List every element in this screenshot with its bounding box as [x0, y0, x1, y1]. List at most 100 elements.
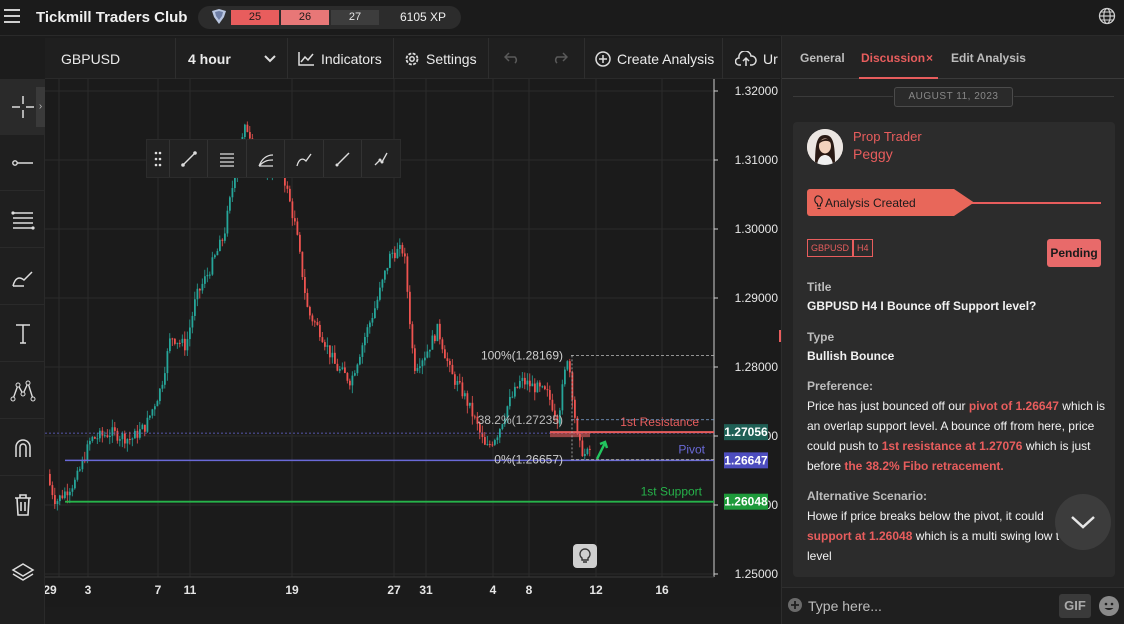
magnet-tool[interactable] — [0, 420, 45, 476]
divider — [1014, 96, 1114, 97]
price-tick-label: 1.31000 — [735, 153, 779, 167]
trash-icon — [14, 494, 31, 516]
xp-level-26: 26 — [281, 10, 329, 25]
candle-body — [474, 416, 476, 418]
date-tick-label: 19 — [285, 583, 299, 597]
trend-line-tool-icon[interactable] — [168, 140, 208, 177]
tab-edit-analysis[interactable]: Edit Analysis — [951, 51, 1026, 65]
candle-body — [136, 430, 139, 438]
candle-body — [201, 283, 204, 291]
brush-tool[interactable] — [0, 249, 45, 305]
emoji-icon[interactable] — [1099, 596, 1119, 616]
ray-icon[interactable] — [322, 140, 362, 177]
candle-body — [419, 366, 421, 369]
globe-icon[interactable] — [1098, 7, 1116, 25]
add-attachment-icon[interactable] — [788, 598, 802, 612]
candle-body — [186, 339, 189, 351]
date-tick-label: 4 — [490, 583, 497, 597]
candle-body — [569, 361, 571, 373]
candle-body — [524, 377, 526, 385]
upload-button[interactable]: Ur — [723, 38, 780, 79]
symbol-selector[interactable]: GBPUSD — [45, 38, 176, 79]
tab-discussion[interactable]: Discussion — [861, 51, 925, 65]
candle-body — [51, 485, 54, 496]
fib-382-label: 38.2%(1.27235) — [478, 413, 563, 427]
support-label: 1st Support — [641, 485, 703, 499]
settings-button[interactable]: Settings — [394, 38, 489, 79]
date-separator: AUGUST 11, 2023 — [894, 87, 1013, 107]
candle-body — [164, 373, 166, 385]
drawing-tools-sidebar: › — [0, 79, 45, 624]
crosshair-icon — [11, 95, 34, 118]
fib-fan-icon[interactable] — [245, 140, 285, 177]
create-analysis-button[interactable]: Create Analysis — [585, 38, 723, 79]
candle-body — [331, 352, 334, 358]
price-tick-label: 1.30000 — [735, 222, 779, 236]
candle-body — [306, 293, 309, 307]
text-tool[interactable] — [0, 306, 45, 362]
drag-handle-icon[interactable] — [147, 140, 169, 177]
candle-body — [99, 430, 101, 439]
candle-body — [326, 345, 329, 347]
tab-general[interactable]: General — [800, 51, 845, 65]
fib-tool[interactable] — [0, 192, 45, 248]
candle-body — [309, 306, 311, 316]
candle-body — [564, 369, 566, 385]
hamburger-menu-icon[interactable] — [4, 9, 20, 23]
pattern-tool[interactable] — [0, 363, 45, 419]
candle-body — [384, 270, 386, 280]
candle-body — [334, 352, 336, 364]
candle-body — [454, 374, 456, 385]
candle-body — [361, 345, 364, 357]
parallel-channel-icon[interactable] — [207, 140, 246, 177]
candle-body — [471, 402, 474, 417]
candle-body — [301, 251, 304, 278]
redo-icon[interactable] — [552, 52, 568, 64]
interval-selector[interactable]: 4 hour — [176, 38, 288, 79]
candle-body — [426, 351, 429, 358]
candle-body — [184, 338, 186, 351]
candle-body — [416, 368, 419, 371]
undo-icon[interactable] — [504, 52, 520, 64]
price-chart[interactable]: 1st Resistance Pivot 1st Support 100%(1.281… — [45, 79, 780, 607]
scroll-down-button[interactable] — [1055, 494, 1111, 550]
layers-tool[interactable] — [0, 545, 45, 601]
pen-icon[interactable] — [284, 140, 323, 177]
candle-body — [96, 438, 99, 440]
candle-body — [169, 338, 171, 352]
candle-body — [421, 360, 424, 367]
preference-label: Preference: — [807, 379, 874, 393]
gif-button[interactable]: GIF — [1059, 594, 1091, 618]
indicators-button[interactable]: Indicators — [288, 38, 394, 79]
upload-label: Ur — [763, 50, 778, 67]
pending-status-button[interactable]: Pending — [1047, 239, 1101, 267]
line-tool[interactable] — [0, 135, 45, 191]
timeframe-tag: H4 — [853, 239, 873, 257]
path-icon[interactable] — [361, 140, 400, 177]
app-title: Tickmill Traders Club — [36, 9, 188, 26]
xp-total: 6105 XP — [400, 10, 447, 24]
candle-body — [66, 491, 69, 496]
date-tick-label: 3 — [85, 583, 92, 597]
delete-tool[interactable] — [0, 477, 45, 533]
candle-body — [146, 417, 149, 432]
candle-body — [149, 415, 151, 418]
candle-body — [319, 324, 321, 338]
type-value: Bullish Bounce — [807, 349, 895, 363]
candle-body — [369, 322, 371, 328]
date-tick-label: 29 — [45, 583, 57, 597]
user-name[interactable]: Peggy — [853, 146, 893, 162]
chevron-down-icon — [264, 55, 276, 63]
expand-tools-arrow[interactable]: › — [36, 87, 45, 127]
pivot-label: Pivot — [678, 442, 705, 456]
lightbulb-icon[interactable] — [573, 544, 597, 568]
crosshair-tool[interactable]: › — [0, 79, 45, 135]
close-tab-icon[interactable]: × — [926, 51, 933, 65]
message-input[interactable] — [808, 594, 1048, 618]
candle-body — [56, 501, 59, 505]
candle-body — [574, 399, 576, 418]
candle-body — [541, 386, 544, 388]
candle-body — [214, 255, 216, 258]
candle-body — [509, 397, 511, 407]
candle-body — [381, 279, 384, 288]
